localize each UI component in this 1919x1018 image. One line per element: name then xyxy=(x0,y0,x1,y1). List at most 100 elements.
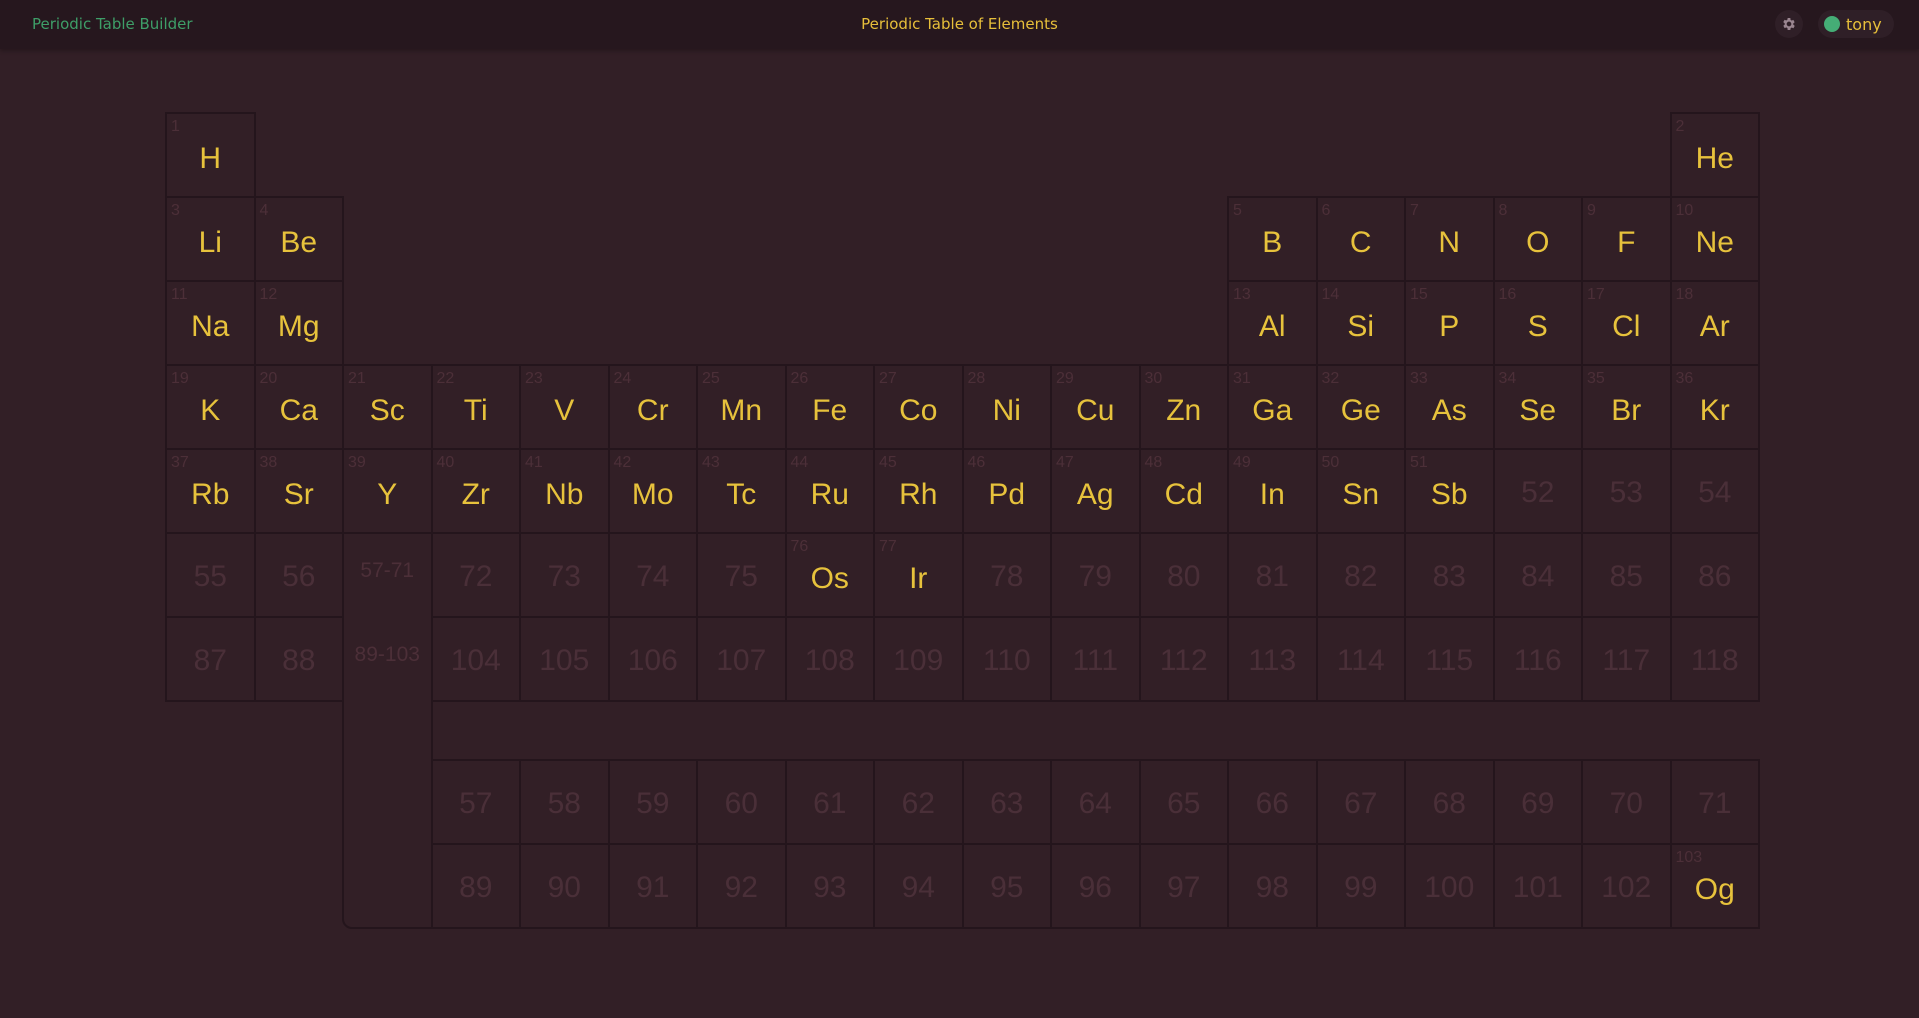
element-cell-os[interactable]: 76 Os xyxy=(784,532,875,618)
element-cell-be[interactable]: 4 Be xyxy=(253,196,344,282)
empty-element-cell[interactable]: 95 xyxy=(961,843,1052,929)
element-cell-og[interactable]: 103 Og xyxy=(1669,843,1760,929)
empty-element-cell[interactable]: 61 xyxy=(784,759,875,845)
settings-button[interactable] xyxy=(1775,10,1803,38)
empty-element-cell[interactable]: 57 xyxy=(430,759,521,845)
element-cell-p[interactable]: 15 P xyxy=(1404,280,1495,366)
empty-element-cell[interactable]: 74 xyxy=(607,532,698,618)
element-cell-ge[interactable]: 32 Ge xyxy=(1315,364,1406,450)
element-cell-li[interactable]: 3 Li xyxy=(165,196,256,282)
element-cell-fe[interactable]: 26 Fe xyxy=(784,364,875,450)
empty-element-cell[interactable]: 55 xyxy=(165,532,256,618)
element-cell-nb[interactable]: 41 Nb xyxy=(519,448,610,534)
empty-element-cell[interactable]: 64 xyxy=(1050,759,1141,845)
element-cell-sb[interactable]: 51 Sb xyxy=(1404,448,1495,534)
empty-element-cell[interactable]: 68 xyxy=(1404,759,1495,845)
element-cell-al[interactable]: 13 Al xyxy=(1227,280,1318,366)
element-cell-rh[interactable]: 45 Rh xyxy=(873,448,964,534)
empty-element-cell[interactable]: 63 xyxy=(961,759,1052,845)
element-cell-ni[interactable]: 28 Ni xyxy=(961,364,1052,450)
empty-element-cell[interactable]: 90 xyxy=(519,843,610,929)
element-cell-s[interactable]: 16 S xyxy=(1492,280,1583,366)
element-cell-cr[interactable]: 24 Cr xyxy=(607,364,698,450)
empty-element-cell[interactable]: 114 xyxy=(1315,616,1406,702)
element-cell-co[interactable]: 27 Co xyxy=(873,364,964,450)
empty-element-cell[interactable]: 70 xyxy=(1581,759,1672,845)
element-cell-ru[interactable]: 44 Ru xyxy=(784,448,875,534)
empty-element-cell[interactable]: 100 xyxy=(1404,843,1495,929)
empty-element-cell[interactable]: 96 xyxy=(1050,843,1141,929)
empty-element-cell[interactable]: 58 xyxy=(519,759,610,845)
empty-element-cell[interactable]: 97 xyxy=(1138,843,1229,929)
element-cell-mo[interactable]: 42 Mo xyxy=(607,448,698,534)
element-cell-h[interactable]: 1H xyxy=(165,112,256,198)
element-cell-mn[interactable]: 25 Mn xyxy=(696,364,787,450)
empty-element-cell[interactable]: 111 xyxy=(1050,616,1141,702)
empty-element-cell[interactable]: 71 xyxy=(1669,759,1760,845)
empty-element-cell[interactable]: 54 xyxy=(1669,448,1760,534)
empty-element-cell[interactable]: 83 xyxy=(1404,532,1495,618)
empty-element-cell[interactable]: 98 xyxy=(1227,843,1318,929)
empty-element-cell[interactable]: 79 xyxy=(1050,532,1141,618)
element-cell-v[interactable]: 23 V xyxy=(519,364,610,450)
empty-element-cell[interactable]: 82 xyxy=(1315,532,1406,618)
user-menu[interactable]: tony xyxy=(1818,10,1894,38)
empty-element-cell[interactable]: 91 xyxy=(607,843,698,929)
element-cell-c[interactable]: 6C xyxy=(1315,196,1406,282)
empty-element-cell[interactable]: 81 xyxy=(1227,532,1318,618)
element-cell-si[interactable]: 14 Si xyxy=(1315,280,1406,366)
empty-element-cell[interactable]: 60 xyxy=(696,759,787,845)
actinides-label[interactable]: 89-103 xyxy=(344,643,431,667)
empty-element-cell[interactable]: 105 xyxy=(519,616,610,702)
element-cell-in[interactable]: 49 In xyxy=(1227,448,1318,534)
empty-element-cell[interactable]: 94 xyxy=(873,843,964,929)
empty-element-cell[interactable]: 101 xyxy=(1492,843,1583,929)
empty-element-cell[interactable]: 107 xyxy=(696,616,787,702)
element-cell-rb[interactable]: 37 Rb xyxy=(165,448,256,534)
empty-element-cell[interactable]: 93 xyxy=(784,843,875,929)
empty-element-cell[interactable]: 62 xyxy=(873,759,964,845)
empty-element-cell[interactable]: 59 xyxy=(607,759,698,845)
empty-element-cell[interactable]: 56 xyxy=(253,532,344,618)
empty-element-cell[interactable]: 52 xyxy=(1492,448,1583,534)
empty-element-cell[interactable]: 78 xyxy=(961,532,1052,618)
empty-element-cell[interactable]: 65 xyxy=(1138,759,1229,845)
empty-element-cell[interactable]: 87 xyxy=(165,616,256,702)
empty-element-cell[interactable]: 67 xyxy=(1315,759,1406,845)
empty-element-cell[interactable]: 86 xyxy=(1669,532,1760,618)
empty-element-cell[interactable]: 84 xyxy=(1492,532,1583,618)
empty-element-cell[interactable]: 89 xyxy=(430,843,521,929)
element-cell-ag[interactable]: 47 Ag xyxy=(1050,448,1141,534)
lanthanides-label[interactable]: 57-71 xyxy=(344,559,431,583)
element-cell-kr[interactable]: 36 Kr xyxy=(1669,364,1760,450)
element-cell-ga[interactable]: 31 Ga xyxy=(1227,364,1318,450)
element-cell-b[interactable]: 5B xyxy=(1227,196,1318,282)
empty-element-cell[interactable]: 116 xyxy=(1492,616,1583,702)
empty-element-cell[interactable]: 113 xyxy=(1227,616,1318,702)
empty-element-cell[interactable]: 66 xyxy=(1227,759,1318,845)
empty-element-cell[interactable]: 102 xyxy=(1581,843,1672,929)
element-cell-f[interactable]: 9F xyxy=(1581,196,1672,282)
element-cell-ir[interactable]: 77 Ir xyxy=(873,532,964,618)
element-cell-k[interactable]: 19 K xyxy=(165,364,256,450)
element-cell-mg[interactable]: 12 Mg xyxy=(253,280,344,366)
element-cell-br[interactable]: 35 Br xyxy=(1581,364,1672,450)
element-cell-ne[interactable]: 10 Ne xyxy=(1669,196,1760,282)
empty-element-cell[interactable]: 72 xyxy=(430,532,521,618)
empty-element-cell[interactable]: 75 xyxy=(696,532,787,618)
empty-element-cell[interactable]: 117 xyxy=(1581,616,1672,702)
empty-element-cell[interactable]: 88 xyxy=(253,616,344,702)
element-cell-sn[interactable]: 50 Sn xyxy=(1315,448,1406,534)
empty-element-cell[interactable]: 85 xyxy=(1581,532,1672,618)
element-cell-ar[interactable]: 18 Ar xyxy=(1669,280,1760,366)
element-cell-o[interactable]: 8O xyxy=(1492,196,1583,282)
element-cell-n[interactable]: 7N xyxy=(1404,196,1495,282)
empty-element-cell[interactable]: 80 xyxy=(1138,532,1229,618)
empty-element-cell[interactable]: 92 xyxy=(696,843,787,929)
element-cell-se[interactable]: 34 Se xyxy=(1492,364,1583,450)
element-cell-cl[interactable]: 17 Cl xyxy=(1581,280,1672,366)
empty-element-cell[interactable]: 118 xyxy=(1669,616,1760,702)
empty-element-cell[interactable]: 110 xyxy=(961,616,1052,702)
empty-element-cell[interactable]: 109 xyxy=(873,616,964,702)
element-cell-ti[interactable]: 22 Ti xyxy=(430,364,521,450)
